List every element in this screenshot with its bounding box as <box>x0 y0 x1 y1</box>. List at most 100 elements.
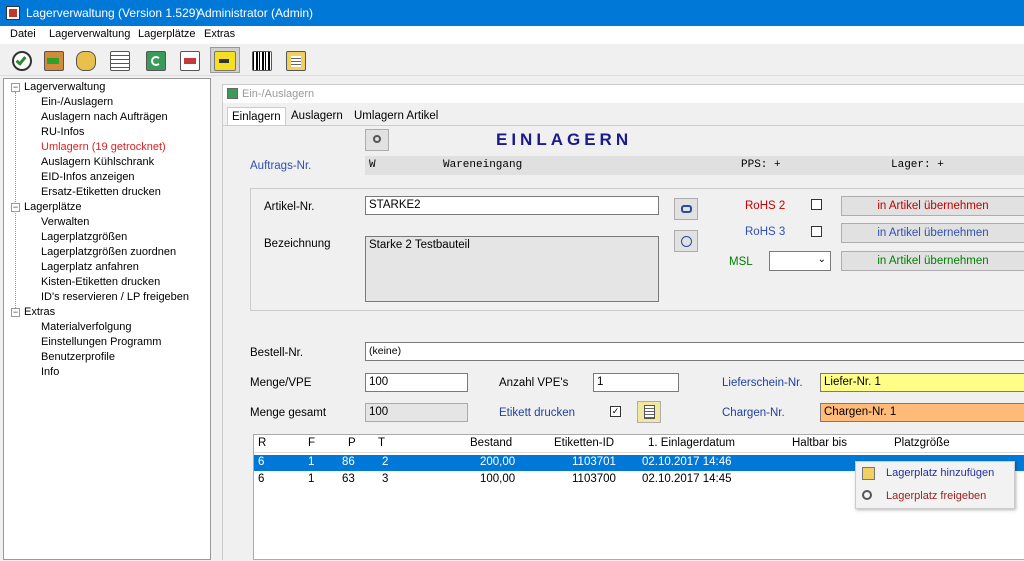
col-bestand[interactable]: Bestand <box>470 437 512 449</box>
lieferschein-input[interactable]: Liefer-Nr. 1 <box>820 373 1024 392</box>
tree-item-info[interactable]: Info <box>41 366 59 378</box>
splitter[interactable] <box>214 78 218 560</box>
artikel-input[interactable]: STARKE2 <box>365 196 659 215</box>
tree-item-ids-reservieren[interactable]: ID's reservieren / LP freigeben <box>41 291 189 303</box>
tree-item-eid-infos[interactable]: EID-Infos anzeigen <box>41 171 135 183</box>
rohs2-checkbox[interactable] <box>811 199 822 210</box>
tree-item-ru-infos[interactable]: RU-Infos <box>41 126 84 138</box>
barcode-button[interactable] <box>248 47 274 73</box>
tree-item-umlagern[interactable]: Umlagern (19 getrocknet) <box>41 141 166 153</box>
etikett-label: Etikett drucken <box>499 407 576 419</box>
title-bar: Lagerverwaltung (Version 1.529) Administ… <box>0 0 1024 26</box>
pin-button[interactable] <box>365 129 389 151</box>
clipboard-button[interactable] <box>282 47 308 73</box>
col-platzgroesse[interactable]: Platzgröße <box>894 437 950 449</box>
tree-item-lagerplatzgroessen-zuordnen[interactable]: Lagerplatzgrößen zuordnen <box>41 246 176 258</box>
menu-datei[interactable]: Datei <box>10 28 36 40</box>
auftrags-label: Auftrags-Nr. <box>250 160 312 172</box>
refresh-button[interactable] <box>142 47 168 73</box>
clipboard-icon <box>644 405 655 419</box>
bestell-select[interactable]: (keine) <box>365 342 1024 361</box>
info-icon <box>681 236 692 247</box>
refresh-icon <box>146 51 166 71</box>
tree-group-lagerplaetze[interactable]: Lagerplätze <box>24 201 82 213</box>
context-menu: Lagerplatz hinzufügen Lagerplatz freigeb… <box>855 461 1015 509</box>
tree-item-lagerplatzgroessen[interactable]: Lagerplatzgrößen <box>41 231 127 243</box>
collapse-icon[interactable]: − <box>11 308 20 317</box>
anzahl-vpe-input[interactable]: 1 <box>593 373 679 392</box>
document-button[interactable] <box>176 47 202 73</box>
bezeichnung-label: Bezeichnung <box>264 238 331 250</box>
add-place-icon <box>862 467 875 480</box>
app-icon <box>6 6 20 20</box>
menge-gesamt-field: 100 <box>365 403 468 422</box>
list-button[interactable] <box>106 47 132 73</box>
menu-lagerplaetze[interactable]: Lagerplätze <box>138 28 196 40</box>
arrow-right-button[interactable] <box>210 47 240 73</box>
rohs3-checkbox[interactable] <box>811 226 822 237</box>
col-einlagerdatum[interactable]: 1. Einlagerdatum <box>648 437 735 449</box>
tree-item-kisten-etiketten[interactable]: Kisten-Etiketten drucken <box>41 276 160 288</box>
tree-item-benutzerprofile[interactable]: Benutzerprofile <box>41 351 115 363</box>
tree-item-ein-auslagern[interactable]: Ein-/Auslagern <box>41 96 113 108</box>
context-lagerplatz-hinzufuegen[interactable]: Lagerplatz hinzufügen <box>856 463 1014 485</box>
tree-item-auslagern-kuehlschrank[interactable]: Auslagern Kühlschrank <box>41 156 154 168</box>
menge-gesamt-label: Menge gesamt <box>250 407 327 419</box>
chevron-down-icon: ⌄ <box>817 254 826 265</box>
search-button[interactable] <box>674 198 698 220</box>
tab-auslagern[interactable]: Auslagern <box>287 107 347 126</box>
tree-item-lagerplatz-anfahren[interactable]: Lagerplatz anfahren <box>41 261 139 273</box>
tree-item-ersatz-etiketten[interactable]: Ersatz-Etiketten drucken <box>41 186 161 198</box>
tree-item-einstellungen[interactable]: Einstellungen Programm <box>41 336 161 348</box>
bezeichnung-field: Starke 2 Testbauteil <box>365 236 659 302</box>
check-button[interactable] <box>8 47 34 73</box>
child-title: Ein-/Auslagern <box>242 88 315 100</box>
menu-lagerverwaltung[interactable]: Lagerverwaltung <box>49 28 130 40</box>
navigation-tree: − Lagerverwaltung Ein-/Auslagern Auslage… <box>3 78 211 560</box>
document-icon <box>180 51 200 71</box>
window-user: Administrator (Admin) <box>197 6 314 20</box>
col-haltbar-bis[interactable]: Haltbar bis <box>792 437 847 449</box>
tab-umlagern-artikel[interactable]: Umlagern Artikel <box>350 107 442 126</box>
keys-icon <box>76 51 96 71</box>
bestell-label: Bestell-Nr. <box>250 347 304 359</box>
col-r[interactable]: R <box>258 437 266 449</box>
col-f[interactable]: F <box>308 437 315 449</box>
col-etiketten-id[interactable]: Etiketten-ID <box>554 437 614 449</box>
tree-item-materialverfolgung[interactable]: Materialverfolgung <box>41 321 132 333</box>
col-t[interactable]: T <box>378 437 385 449</box>
rohs3-uebernehmen-button[interactable]: in Artikel übernehmen <box>841 223 1024 243</box>
lieferschein-label: Lieferschein-Nr. <box>722 377 803 389</box>
barcode-icon <box>252 51 272 71</box>
window-icon <box>227 88 238 99</box>
menge-vpe-input[interactable]: 100 <box>365 373 468 392</box>
msl-uebernehmen-button[interactable]: in Artikel übernehmen <box>841 251 1024 271</box>
page-heading: EINLAGERN <box>496 130 633 149</box>
etikett-checkbox[interactable]: ✓ <box>610 406 621 417</box>
tree-item-auslagern-auftraege[interactable]: Auslagern nach Aufträgen <box>41 111 168 123</box>
col-p[interactable]: P <box>348 437 356 449</box>
rohs3-label: RoHS 3 <box>745 226 786 238</box>
chargen-input[interactable]: Chargen-Nr. 1 <box>820 403 1024 422</box>
collapse-icon[interactable]: − <box>11 83 20 92</box>
menu-extras[interactable]: Extras <box>204 28 235 40</box>
print-labels-button[interactable] <box>637 401 661 423</box>
pin-icon <box>862 490 872 500</box>
chargen-label: Chargen-Nr. <box>722 407 785 419</box>
tree-item-verwalten[interactable]: Verwalten <box>41 216 89 228</box>
collapse-icon[interactable]: − <box>11 203 20 212</box>
artikel-label: Artikel-Nr. <box>264 201 315 213</box>
child-title-bar: Ein-/Auslagern <box>223 85 1024 103</box>
binoculars-icon <box>681 205 692 213</box>
tree-group-lagerverwaltung[interactable]: Lagerverwaltung <box>24 81 105 93</box>
exit-door-icon <box>44 51 64 71</box>
arrow-right-icon <box>214 51 236 71</box>
exit-button[interactable] <box>40 47 66 73</box>
tree-group-extras[interactable]: Extras <box>24 306 55 318</box>
keys-button[interactable] <box>72 47 98 73</box>
info-button[interactable] <box>674 230 698 252</box>
context-lagerplatz-freigeben[interactable]: Lagerplatz freigeben <box>856 486 1014 508</box>
msl-select[interactable]: ⌄ <box>769 251 831 271</box>
tab-einlagern[interactable]: Einlagern <box>227 107 286 126</box>
rohs2-uebernehmen-button[interactable]: in Artikel übernehmen <box>841 196 1024 216</box>
